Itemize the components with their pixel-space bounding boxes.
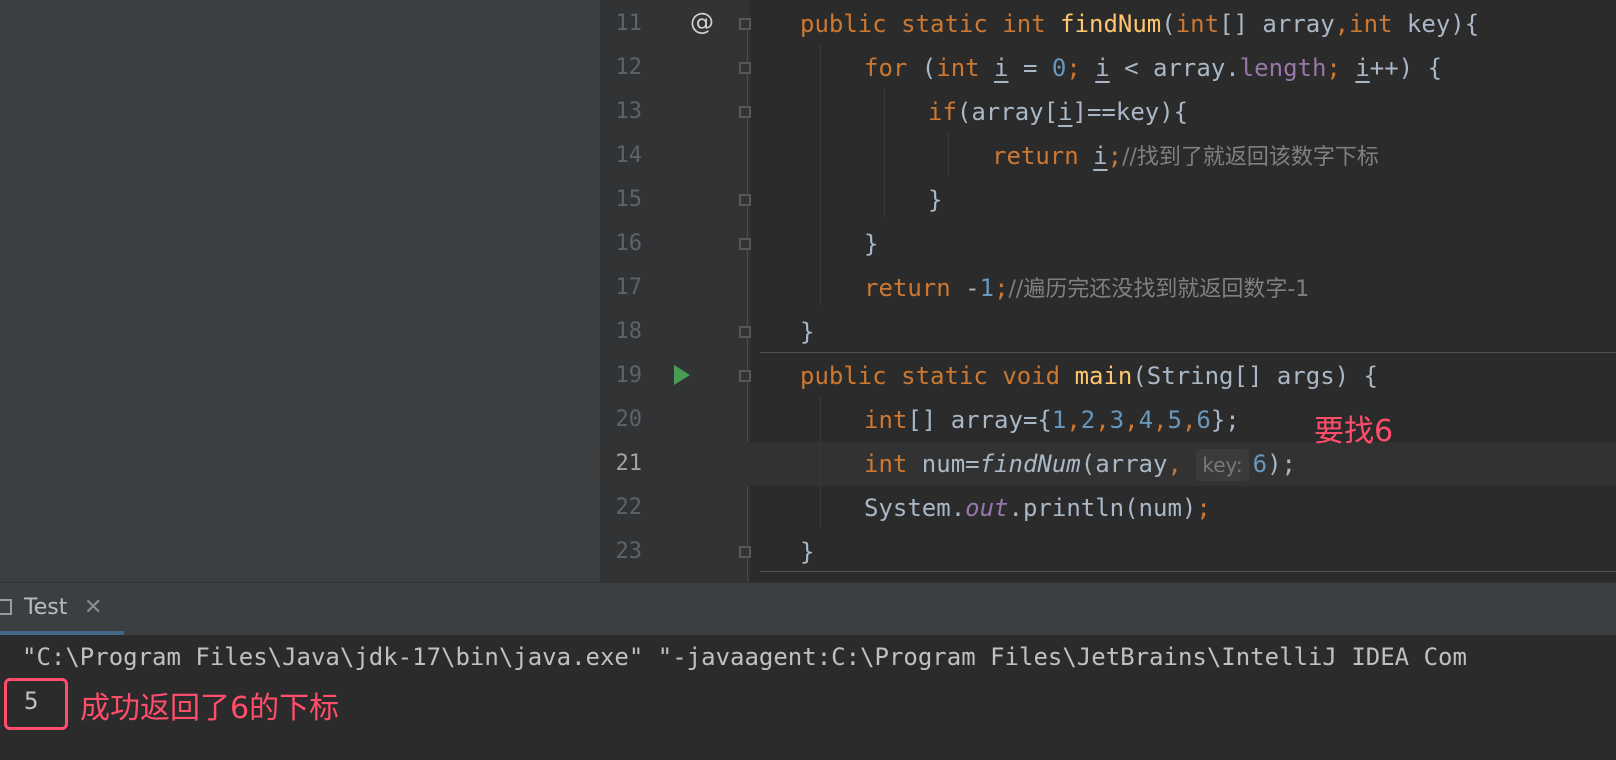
code-line[interactable]: 23 }	[600, 530, 1616, 574]
run-icon[interactable]	[674, 365, 690, 385]
console-command-line: "C:\Program Files\Java\jdk-17\bin\java.e…	[22, 643, 1467, 671]
code-text: return i;//找到了就返回该数字下标	[992, 142, 1379, 170]
close-icon[interactable]: ✕	[84, 583, 102, 633]
console-output: 5	[24, 687, 39, 715]
parameter-hint: key:	[1196, 449, 1249, 481]
line-number: 15	[615, 187, 643, 212]
line-number: 17	[615, 275, 643, 300]
code-line[interactable]: 20 int[] array={1,2,3,4,5,6};	[600, 398, 1616, 442]
line-number: 14	[615, 143, 643, 168]
project-panel	[0, 0, 600, 582]
code-line[interactable]: 14 return i;//找到了就返回该数字下标	[600, 134, 1616, 178]
code-text: int[] array={1,2,3,4,5,6};	[864, 406, 1240, 434]
fold-marker[interactable]	[739, 106, 751, 118]
code-line-current[interactable]: 21 int num=findNum(array, key: 6);	[600, 442, 1616, 486]
code-line[interactable]: 12 for (int i = 0; i < array.length; i++…	[600, 46, 1616, 90]
fold-marker[interactable]	[739, 546, 751, 558]
console-icon	[0, 599, 12, 615]
line-number: 13	[615, 99, 643, 124]
code-text: if(array[i]==key){	[928, 98, 1189, 126]
code-text: }	[800, 538, 815, 566]
run-tab-label[interactable]: Test	[24, 583, 67, 633]
line-number: 21	[615, 451, 643, 476]
code-line[interactable]: 11 public static int findNum(int[] array…	[600, 2, 1616, 46]
fold-marker[interactable]	[739, 370, 751, 382]
line-number: 19	[615, 363, 643, 388]
code-line[interactable]: 16 }	[600, 222, 1616, 266]
method-separator	[760, 352, 1616, 353]
code-text: int num=findNum(array, key: 6);	[864, 442, 1296, 486]
line-number: 18	[615, 319, 643, 344]
line-number: 16	[615, 231, 643, 256]
fold-marker[interactable]	[739, 18, 751, 30]
fold-marker[interactable]	[739, 194, 751, 206]
fold-marker[interactable]	[739, 326, 751, 338]
line-number: 20	[615, 407, 643, 432]
line-number: 23	[615, 539, 643, 564]
method-separator	[760, 571, 1616, 572]
indent-guide	[884, 88, 885, 218]
code-line[interactable]: 22 System.out.println(num);	[600, 486, 1616, 530]
implements-marker-icon[interactable]: @	[690, 8, 714, 36]
result-annotation: 成功返回了6的下标	[80, 691, 340, 726]
indent-guide	[948, 132, 949, 176]
code-text: return -1;//遍历完还没找到就返回数字-1	[864, 274, 1310, 302]
code-line[interactable]: 13 if(array[i]==key){	[600, 90, 1616, 134]
code-text: public static void main(String[] args) {	[800, 362, 1378, 390]
code-text: System.out.println(num);	[864, 494, 1211, 522]
run-console[interactable]: "C:\Program Files\Java\jdk-17\bin\java.e…	[0, 635, 1616, 760]
fold-marker[interactable]	[739, 238, 751, 250]
code-line[interactable]: 18 }	[600, 310, 1616, 354]
code-text: }	[800, 318, 815, 346]
code-line[interactable]: 17 return -1;//遍历完还没找到就返回数字-1	[600, 266, 1616, 310]
code-text: public static int findNum(int[] array,in…	[800, 10, 1480, 38]
code-text: }	[864, 230, 879, 258]
find-annotation: 要找6	[1314, 414, 1394, 449]
line-number: 12	[615, 55, 643, 80]
fold-marker[interactable]	[739, 62, 751, 74]
code-text: for (int i = 0; i < array.length; i++) {	[864, 54, 1443, 82]
line-number: 11	[615, 11, 643, 36]
code-text: }	[928, 186, 943, 214]
code-line[interactable]: 19 public static void main(String[] args…	[600, 354, 1616, 398]
run-tool-window-header: Test ✕	[0, 582, 1616, 636]
line-number: 22	[615, 495, 643, 520]
code-line[interactable]: 15 }	[600, 178, 1616, 222]
indent-guide	[820, 396, 821, 528]
indent-guide	[820, 44, 821, 306]
